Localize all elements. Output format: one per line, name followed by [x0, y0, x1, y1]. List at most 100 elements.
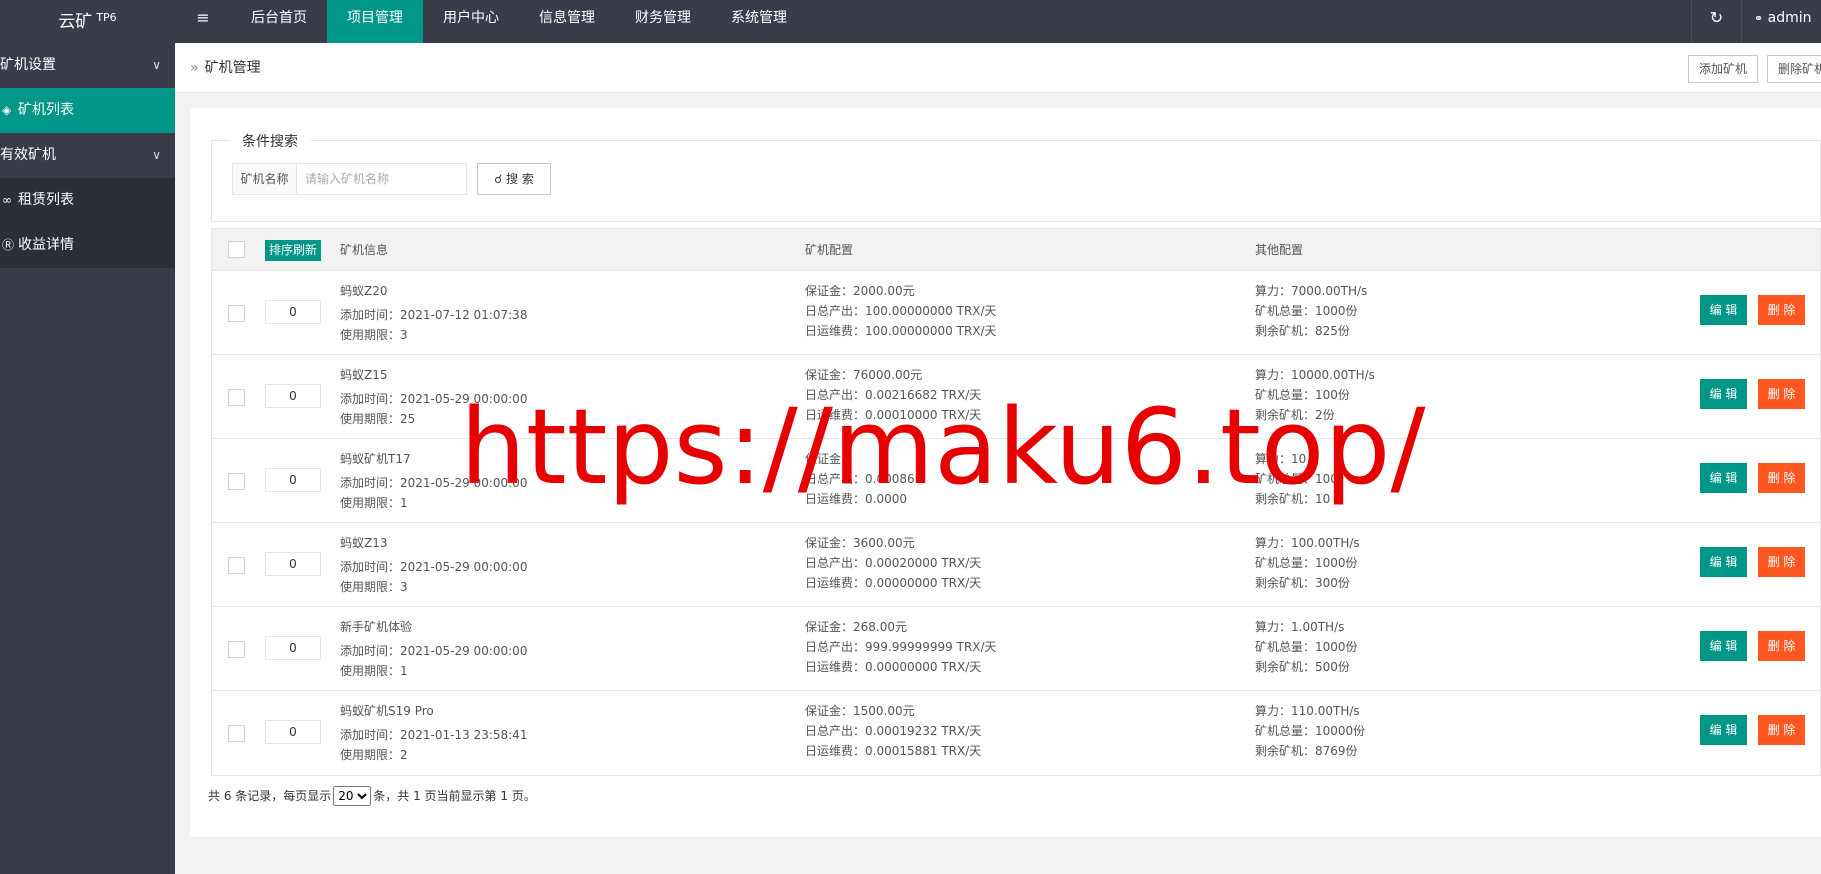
- per-page-select[interactable]: 20: [333, 786, 372, 806]
- sort-order-input[interactable]: 0: [265, 552, 321, 576]
- machine-info-cell: 新手矿机体验 添加时间：2021-05-29 00:00:00 使用期限：1: [340, 617, 527, 681]
- user-menu[interactable]: ⚭ admin: [1741, 0, 1821, 43]
- added-time: 添加时间：2021-05-29 00:00:00: [340, 560, 528, 574]
- edit-button[interactable]: 编 辑: [1700, 463, 1747, 493]
- usage-period: 使用期限：3: [340, 328, 408, 342]
- sidebar-group-label: 有效矿机: [0, 147, 56, 163]
- sort-order-input[interactable]: 0: [265, 720, 321, 744]
- sidebar-group-active-machines[interactable]: 有效矿机 ∨: [0, 133, 175, 178]
- added-time: 添加时间：2021-05-29 00:00:00: [340, 644, 528, 658]
- other-config-cell: 算力：1.00TH/s 矿机总量：1000份 剩余矿机：500份: [1255, 617, 1358, 677]
- row-checkbox[interactable]: [228, 641, 245, 658]
- row-checkbox[interactable]: [228, 305, 245, 322]
- top-bar: 云矿 TP6 ≡ 后台首页 项目管理 用户中心 信息管理 财务管理 系统管理 ↻ …: [0, 0, 1821, 43]
- usage-period: 使用期限：25: [340, 412, 416, 426]
- nav-system-management[interactable]: 系统管理: [711, 0, 807, 43]
- menu-toggle-icon[interactable]: ≡: [175, 0, 231, 43]
- machine-config-cell: 保证金：3600.00元 日总产出：0.00020000 TRX/天 日运维费：0.…: [805, 533, 981, 593]
- machine-info-cell: 蚂蚁矿机S19 Pro 添加时间：2021-01-13 23:58:41 使用期限：…: [340, 701, 527, 765]
- edit-button[interactable]: 编 辑: [1700, 547, 1747, 577]
- edit-button[interactable]: 编 辑: [1700, 379, 1747, 409]
- hash-power: 算力：1.00TH/s: [1255, 620, 1345, 634]
- delete-machine-button[interactable]: 删除矿机: [1767, 55, 1821, 83]
- machine-total: 矿机总量：1000份: [1255, 640, 1358, 654]
- other-config-cell: 算力：110.00TH/s 矿机总量：10000份 剩余矿机：8769份: [1255, 701, 1365, 761]
- machine-remaining: 剩余矿机：300份: [1255, 576, 1350, 590]
- layers-icon: ◈: [2, 103, 12, 117]
- machine-config-cell: 保证金：268.00元 日总产出：999.99999999 TRX/天 日运维费：0…: [805, 617, 997, 677]
- usage-period: 使用期限：2: [340, 748, 408, 762]
- row-checkbox[interactable]: [228, 389, 245, 406]
- nav-home[interactable]: 后台首页: [231, 0, 327, 43]
- breadcrumb: » 矿机管理: [190, 43, 261, 93]
- other-config-cell: 算力：10000.00TH/s 矿机总量：100份 剩余矿机：2份: [1255, 365, 1375, 425]
- delete-button[interactable]: 删 除: [1758, 295, 1805, 325]
- search-fieldset: 条件搜索 矿机名称 ☌ 搜 索: [211, 131, 1821, 222]
- logo-version: TP6: [96, 11, 117, 24]
- daily-fee: 日运维费：0.0000: [805, 492, 907, 506]
- daily-fee: 日运维费：100.00000000 TRX/天: [805, 324, 997, 338]
- sidebar-item-income-details[interactable]: Ⓡ 收益详情: [0, 223, 175, 268]
- hash-power: 算力：10000.00TH/s: [1255, 368, 1375, 382]
- machine-total: 矿机总量：100: [1255, 472, 1338, 486]
- hash-power: 算力：110.00TH/s: [1255, 704, 1360, 718]
- select-all-checkbox[interactable]: [228, 241, 245, 258]
- added-time: 添加时间：2021-07-12 01:07:38: [340, 308, 528, 322]
- nav-finance-management[interactable]: 财务管理: [615, 0, 711, 43]
- sidebar-item-rent-list[interactable]: ∞ 租赁列表: [0, 178, 175, 223]
- machine-total: 矿机总量：1000份: [1255, 556, 1358, 570]
- machine-info-cell: 蚂蚁Z20 添加时间：2021-07-12 01:07:38 使用期限：3: [340, 281, 527, 345]
- daily-fee: 日运维费：0.00000000 TRX/天: [805, 576, 982, 590]
- sidebar: 矿机设置 ∨ ◈ 矿机列表 有效矿机 ∨ ∞ 租赁列表 Ⓡ 收益详情: [0, 43, 175, 874]
- machine-config-cell: 保证金：2000.00元 日总产出：100.00000000 TRX/天 日运维费：…: [805, 281, 997, 341]
- machine-info-cell: 蚂蚁Z13 添加时间：2021-05-29 00:00:00 使用期限：3: [340, 533, 527, 597]
- main-card: 条件搜索 矿机名称 ☌ 搜 索 排序刷新 矿机信息 矿机配置 其他配置 0 蚂蚁…: [190, 108, 1821, 837]
- delete-button[interactable]: 删 除: [1758, 463, 1805, 493]
- machine-remaining: 剩余矿机：500份: [1255, 660, 1350, 674]
- sort-order-input[interactable]: 0: [265, 384, 321, 408]
- search-button[interactable]: ☌ 搜 索: [477, 163, 551, 195]
- refresh-icon[interactable]: ↻: [1691, 0, 1741, 43]
- row-checkbox[interactable]: [228, 473, 245, 490]
- table-row: 0 蚂蚁Z20 添加时间：2021-07-12 01:07:38 使用期限：3 保证…: [212, 271, 1820, 355]
- daily-output: 日总产出：0.00019232 TRX/天: [805, 724, 982, 738]
- machine-config-cell: 保证金：1500.00元 日总产出：0.00019232 TRX/天 日运维费：0.…: [805, 701, 981, 761]
- sort-refresh-button[interactable]: 排序刷新: [265, 240, 322, 261]
- delete-button[interactable]: 删 除: [1758, 631, 1805, 661]
- other-config-cell: 算力：100.00TH/s 矿机总量：1000份 剩余矿机：300份: [1255, 533, 1360, 593]
- machine-name: 蚂蚁矿机T17: [340, 452, 411, 466]
- daily-output: 日总产出：0.00086: [805, 472, 915, 486]
- sort-order-input[interactable]: 0: [265, 468, 321, 492]
- table-row: 0 蚂蚁矿机S19 Pro 添加时间：2021-01-13 23:58:41 使用期…: [212, 691, 1820, 775]
- daily-fee: 日运维费：0.00010000 TRX/天: [805, 408, 982, 422]
- nav-info-management[interactable]: 信息管理: [519, 0, 615, 43]
- delete-button[interactable]: 删 除: [1758, 379, 1805, 409]
- usage-period: 使用期限：1: [340, 664, 408, 678]
- search-input[interactable]: [297, 163, 467, 195]
- yen-icon: Ⓡ: [2, 238, 15, 252]
- nav-user-center[interactable]: 用户中心: [423, 0, 519, 43]
- nav-project-management[interactable]: 项目管理: [327, 0, 423, 43]
- edit-button[interactable]: 编 辑: [1700, 631, 1747, 661]
- sidebar-group-machine-settings[interactable]: 矿机设置 ∨: [0, 43, 175, 88]
- row-checkbox[interactable]: [228, 725, 245, 742]
- search-legend: 条件搜索: [230, 131, 310, 151]
- hash-power: 算力：7000.00TH/s: [1255, 284, 1368, 298]
- sort-order-input[interactable]: 0: [265, 636, 321, 660]
- added-time: 添加时间：2021-05-29 00:00:00: [340, 392, 528, 406]
- hash-power: 算力：10: [1255, 452, 1307, 466]
- daily-fee: 日运维费：0.00015881 TRX/天: [805, 744, 982, 758]
- edit-button[interactable]: 编 辑: [1700, 295, 1747, 325]
- col-machine-info: 矿机信息: [340, 243, 389, 257]
- table-row: 0 蚂蚁矿机T17 添加时间：2021-05-29 00:00:00 使用期限：1 …: [212, 439, 1820, 523]
- delete-button[interactable]: 删 除: [1758, 715, 1805, 745]
- delete-button[interactable]: 删 除: [1758, 547, 1805, 577]
- edit-button[interactable]: 编 辑: [1700, 715, 1747, 745]
- search-label: 矿机名称: [232, 163, 297, 195]
- col-machine-config: 矿机配置: [805, 243, 854, 257]
- machine-name: 蚂蚁矿机S19 Pro: [340, 704, 434, 718]
- sort-order-input[interactable]: 0: [265, 300, 321, 324]
- sidebar-item-machine-list[interactable]: ◈ 矿机列表: [0, 88, 175, 133]
- row-checkbox[interactable]: [228, 557, 245, 574]
- add-machine-button[interactable]: 添加矿机: [1688, 55, 1758, 83]
